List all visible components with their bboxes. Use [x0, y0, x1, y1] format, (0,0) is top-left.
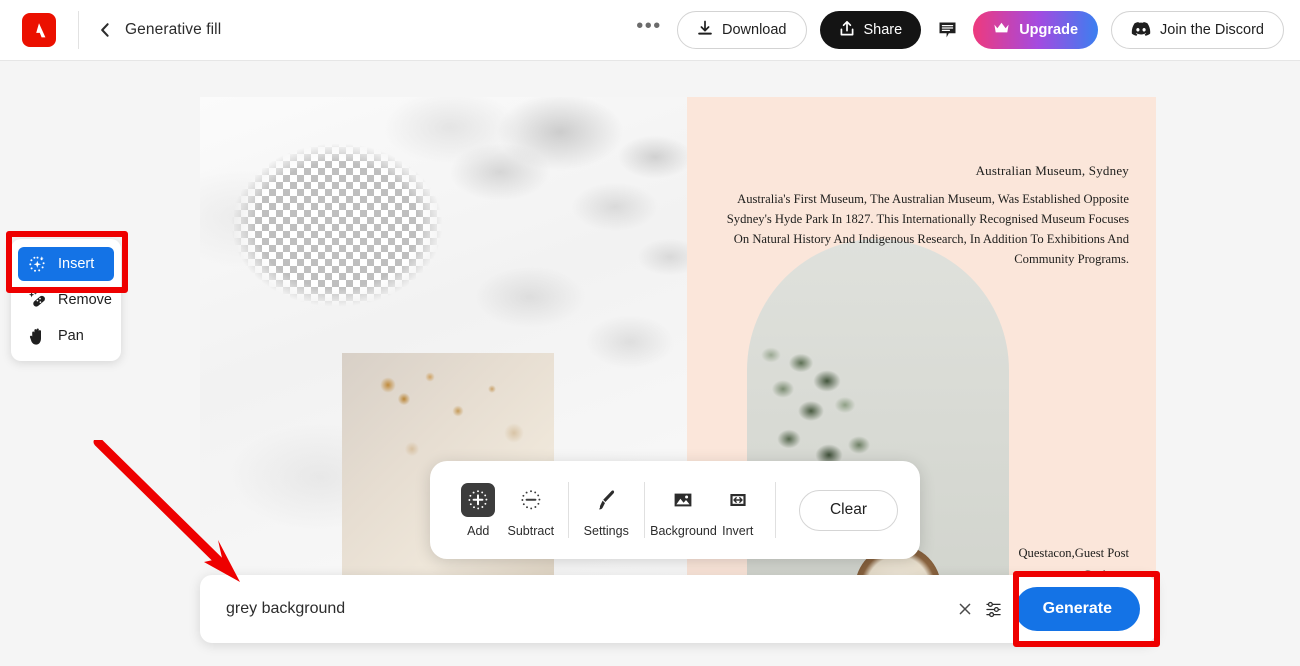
download-icon: [697, 20, 713, 41]
more-options-button[interactable]: •••: [634, 15, 664, 45]
selection-add-label: Add: [467, 523, 490, 538]
document-title: Generative fill: [125, 21, 222, 38]
artwork-heading: Australian Museum, Sydney: [975, 163, 1129, 178]
join-discord-button[interactable]: Join the Discord: [1111, 11, 1284, 49]
artwork-text-block: Australian Museum, Sydney Australia's Fi…: [717, 163, 1129, 269]
selection-add-button[interactable]: Add: [452, 482, 505, 538]
topbar-actions: ••• Download Share Upgrade Join the Disc…: [634, 11, 1300, 49]
clear-selection-button[interactable]: Clear: [798, 489, 898, 531]
prompt-bar: Generate: [200, 575, 1156, 643]
image-background-icon: [666, 483, 700, 517]
selection-settings-label: Settings: [583, 523, 629, 538]
circle-minus-dotted-icon: [514, 483, 548, 517]
tool-remove[interactable]: Remove: [18, 283, 114, 317]
discord-label: Join the Discord: [1160, 22, 1264, 38]
artwork-body: Australia's First Museum, The Australian…: [726, 192, 1129, 266]
prompt-clear-button[interactable]: [951, 595, 979, 623]
bandage-heal-icon: [27, 290, 47, 310]
download-button[interactable]: Download: [677, 11, 807, 49]
tool-remove-label: Remove: [58, 292, 112, 308]
back-button[interactable]: [93, 18, 117, 42]
selection-settings-button[interactable]: Settings: [580, 483, 633, 538]
upgrade-button[interactable]: Upgrade: [973, 11, 1099, 49]
adobe-logo-icon[interactable]: [22, 13, 56, 47]
divider: [78, 11, 79, 49]
app-root: Generative fill ••• Download Share Upgra…: [0, 0, 1300, 666]
selection-invert-button[interactable]: Invert: [711, 483, 764, 538]
prompt-settings-icon[interactable]: [979, 594, 1009, 624]
transparency-selection-region[interactable]: [227, 140, 447, 310]
feedback-comment-icon[interactable]: [934, 17, 960, 43]
tool-pan[interactable]: Pan: [18, 319, 114, 353]
selection-background-button[interactable]: Background: [650, 483, 717, 538]
hand-pan-icon: [27, 326, 47, 346]
tool-pan-label: Pan: [58, 328, 84, 344]
generate-button[interactable]: Generate: [1014, 587, 1140, 631]
selection-invert-label: Invert: [722, 523, 754, 538]
upgrade-label: Upgrade: [1019, 22, 1079, 38]
brand-logo-wrap: [0, 13, 78, 47]
selection-toolbar: Add Subtract Settings Background Invert …: [430, 461, 920, 559]
share-button[interactable]: Share: [819, 11, 922, 49]
invert-selection-icon: [721, 483, 755, 517]
brush-icon: [589, 483, 623, 517]
tool-insert[interactable]: Insert: [18, 247, 114, 281]
divider: [775, 482, 776, 538]
prompt-input[interactable]: [226, 600, 951, 618]
circle-plus-dotted-icon: [461, 482, 496, 517]
sparkle-select-icon: [27, 254, 47, 274]
share-upload-icon: [839, 20, 855, 41]
share-label: Share: [863, 22, 903, 38]
selection-subtract-button[interactable]: Subtract: [505, 483, 558, 538]
tool-panel: Insert Remove Pan: [11, 239, 121, 361]
divider: [568, 482, 569, 538]
selection-subtract-label: Subtract: [507, 523, 555, 538]
top-toolbar: Generative fill ••• Download Share Upgra…: [0, 0, 1300, 61]
selection-background-label: Background: [650, 523, 717, 538]
discord-icon: [1131, 21, 1151, 40]
download-label: Download: [722, 22, 787, 38]
tool-insert-label: Insert: [58, 256, 95, 272]
crown-icon: [993, 21, 1010, 39]
divider: [643, 482, 645, 538]
